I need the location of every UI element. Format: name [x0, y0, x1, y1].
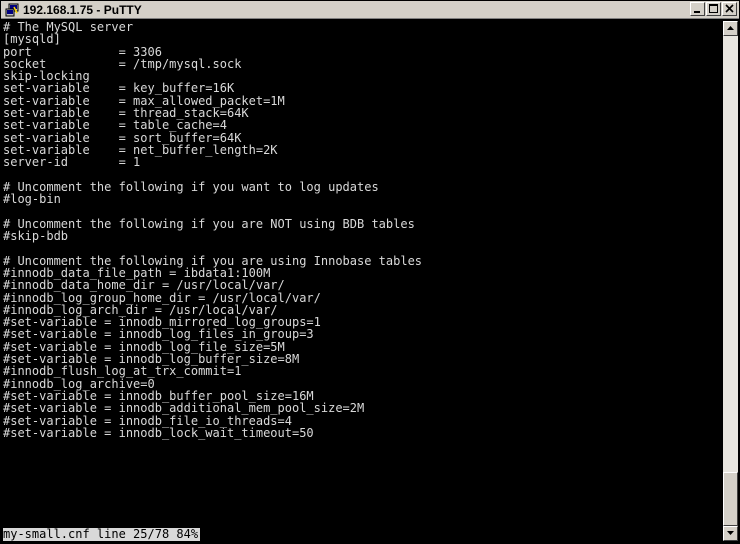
- terminal-line: # Uncomment the following if you are NOT…: [3, 216, 415, 231]
- terminal-line: socket = /tmp/mysql.sock: [3, 56, 242, 71]
- close-icon: [725, 4, 734, 13]
- terminal-line: #set-variable = innodb_log_files_in_grou…: [3, 327, 314, 342]
- terminal-line: #skip-bdb: [3, 229, 69, 244]
- arrow-down-icon: [727, 531, 734, 535]
- minimize-button[interactable]: [690, 2, 705, 16]
- terminal-line: set-variable = key_buffer=16K: [3, 81, 235, 96]
- scrollbar-track[interactable]: [723, 36, 738, 526]
- terminal-line: #innodb_flush_log_at_trx_commit=1: [3, 364, 242, 379]
- terminal-line: # Uncomment the following if you want to…: [3, 179, 379, 194]
- terminal-area[interactable]: # The MySQL server [mysqld] port = 3306 soc…: [3, 21, 721, 541]
- putty-window: 192.168.1.75 - PuTTY # The MySQL server[…: [0, 0, 740, 544]
- terminal-text: # The MySQL server [mysqld] port = 3306 soc…: [3, 21, 721, 439]
- terminal-line: server-id = 1: [3, 155, 141, 170]
- terminal-line: #set-variable = innodb_lock_wait_timeout…: [3, 425, 314, 440]
- terminal-line: set-variable = table_cache=4: [3, 118, 227, 133]
- minimize-icon: [694, 11, 700, 13]
- vertical-scrollbar[interactable]: [723, 21, 738, 541]
- maximize-button[interactable]: [706, 2, 721, 16]
- terminal-line: [mysqld]: [3, 32, 61, 47]
- close-button[interactable]: [722, 2, 737, 16]
- scroll-up-button[interactable]: [723, 21, 738, 36]
- putty-icon[interactable]: [5, 3, 19, 17]
- terminal-line: #innodb_data_home_dir = /usr/local/var/: [3, 278, 285, 293]
- terminal-line: #set-variable = innodb_file_io_threads=4: [3, 413, 292, 428]
- terminal-line: #innodb_log_group_home_dir = /usr/local/…: [3, 290, 321, 305]
- arrow-up-icon: [727, 26, 734, 30]
- window-controls: [690, 2, 737, 17]
- scrollbar-thumb[interactable]: [723, 472, 738, 526]
- title-bar[interactable]: 192.168.1.75 - PuTTY: [1, 1, 739, 19]
- terminal-line: #log-bin: [3, 192, 61, 207]
- maximize-icon: [709, 4, 718, 13]
- terminal-line: # The MySQL server: [3, 21, 134, 34]
- pager-status-line: my-small.cnf line 25/78 84%: [3, 527, 201, 541]
- scroll-down-button[interactable]: [723, 526, 738, 541]
- terminal-line: #set-variable = innodb_additional_mem_po…: [3, 401, 365, 416]
- window-title: 192.168.1.75 - PuTTY: [23, 3, 142, 17]
